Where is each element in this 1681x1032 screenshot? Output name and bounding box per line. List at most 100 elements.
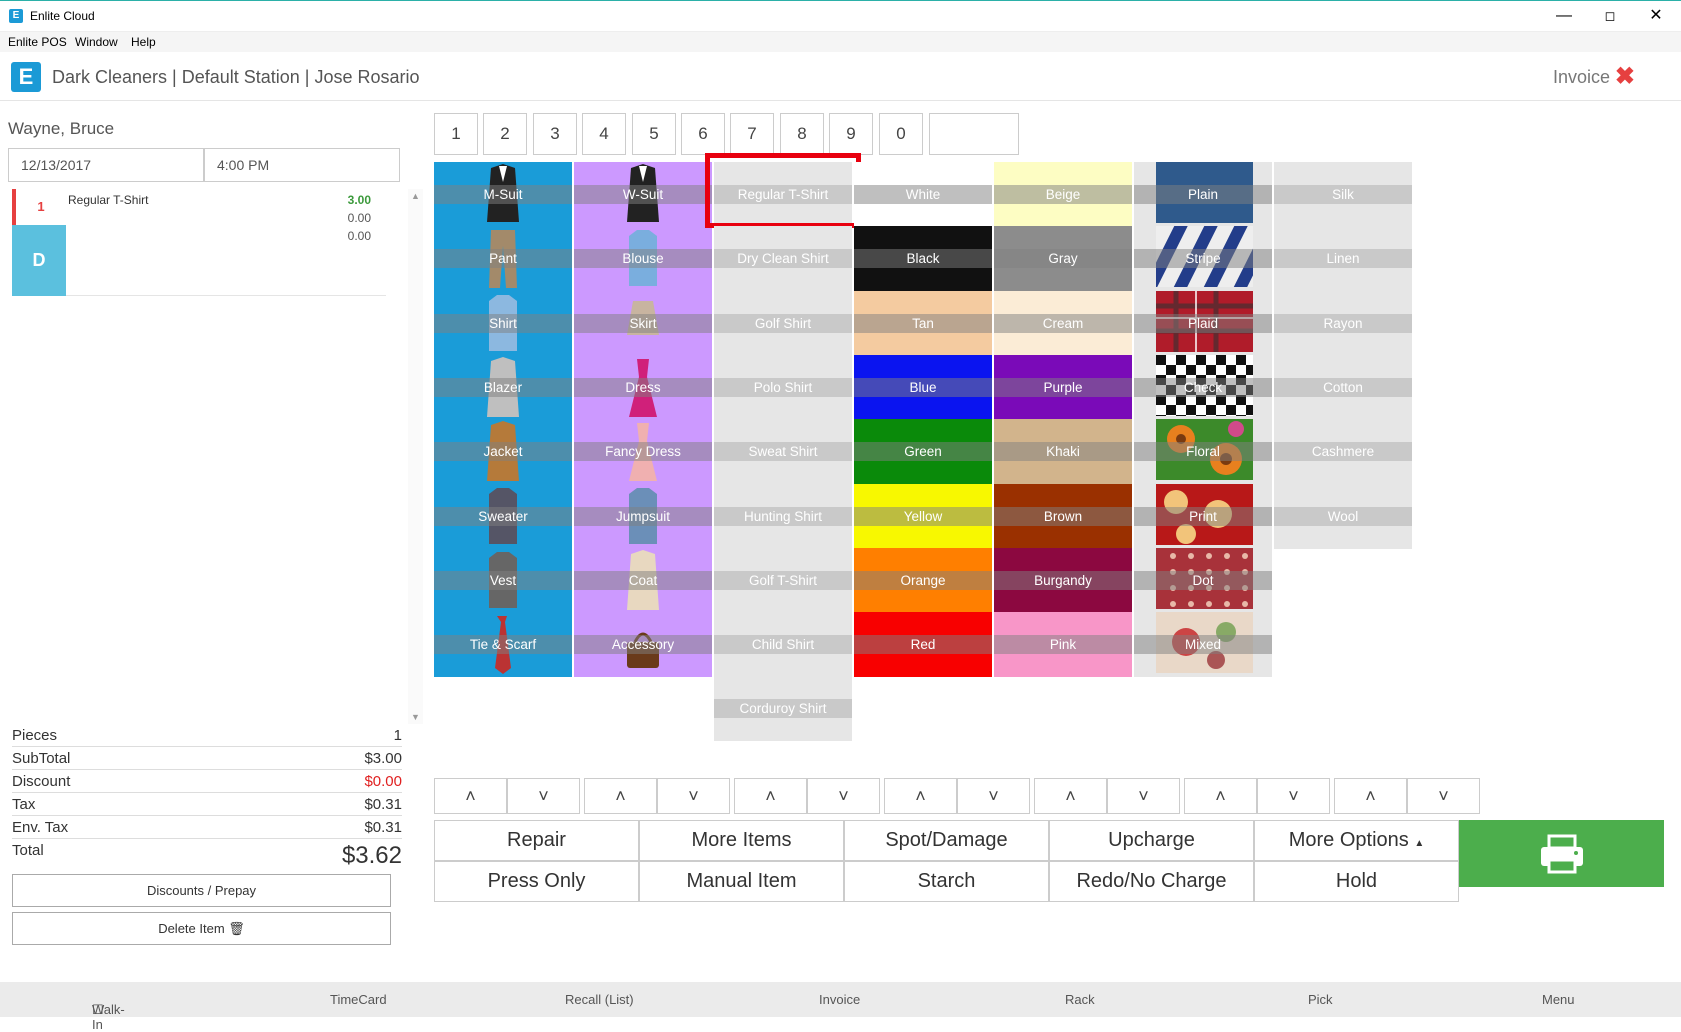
pattern-tile-print[interactable]: Print <box>1134 483 1272 549</box>
column-2-scroll-up-button[interactable]: ˄ <box>584 778 657 814</box>
time-field[interactable]: 4:00 PM <box>204 148 400 182</box>
color-tile-gray[interactable]: Gray <box>994 226 1132 292</box>
pattern-tile-mixed[interactable]: Mixed <box>1134 612 1272 678</box>
upcharge-button[interactable]: Upcharge <box>1049 820 1254 861</box>
column-4-scroll-down-button[interactable]: ˅ <box>957 778 1030 814</box>
close-invoice-icon[interactable]: ✖ <box>1615 62 1635 91</box>
service-badge[interactable]: D <box>12 225 66 296</box>
womens-tile-fancy-dress[interactable]: Fancy Dress <box>574 419 712 485</box>
color-tile-orange[interactable]: Orange <box>854 547 992 613</box>
color-tile-black[interactable]: Black <box>854 226 992 292</box>
numpad-key-7[interactable]: 7 <box>730 113 774 155</box>
scroll-down-icon[interactable]: ▼ <box>411 712 420 722</box>
column-4-scroll-up-button[interactable]: ˄ <box>884 778 957 814</box>
column-7-scroll-down-button[interactable]: ˅ <box>1407 778 1480 814</box>
column-6-scroll-down-button[interactable]: ˅ <box>1257 778 1330 814</box>
pattern-tile-check[interactable]: Check <box>1134 354 1272 420</box>
numpad-key-8[interactable]: 8 <box>780 113 824 155</box>
column-3-scroll-down-button[interactable]: ˅ <box>807 778 880 814</box>
shirt-tile-golf-t-shirt[interactable]: Golf T-Shirt <box>714 547 852 613</box>
list-scrollbar[interactable]: ▲ ▼ <box>408 189 423 724</box>
womens-tile-accessory[interactable]: Accessory <box>574 612 712 678</box>
minimize-icon[interactable]: — <box>1541 1 1587 31</box>
menu-help[interactable]: Help <box>131 35 156 49</box>
womens-tile-dress[interactable]: Dress <box>574 354 712 420</box>
pattern-tile-floral[interactable]: Floral <box>1134 419 1272 485</box>
garment-tile-sweater[interactable]: Sweater <box>434 483 572 549</box>
numpad-key-0[interactable]: 0 <box>879 113 923 155</box>
timecard-tab[interactable]: TimeCard <box>330 992 387 1007</box>
column-2-scroll-down-button[interactable]: ˅ <box>657 778 730 814</box>
hold-button[interactable]: Hold <box>1254 861 1459 902</box>
menu-enlite-pos[interactable]: Enlite POS <box>8 35 67 49</box>
menu-window[interactable]: Window <box>75 35 118 49</box>
column-3-scroll-up-button[interactable]: ˄ <box>734 778 807 814</box>
maximize-icon[interactable]: ◻ <box>1587 1 1633 31</box>
color-tile-tan[interactable]: Tan <box>854 290 992 356</box>
rack-tab[interactable]: Rack <box>1065 992 1095 1007</box>
shirt-tile-golf-shirt[interactable]: Golf Shirt <box>714 290 852 356</box>
color-tile-pink[interactable]: Pink <box>994 612 1132 678</box>
color-tile-khaki[interactable]: Khaki <box>994 419 1132 485</box>
womens-tile-jumpsuit[interactable]: Jumpsuit <box>574 483 712 549</box>
womens-tile-w-suit[interactable]: W-Suit <box>574 162 712 227</box>
womens-tile-blouse[interactable]: Blouse <box>574 226 712 292</box>
numpad-key-2[interactable]: 2 <box>483 113 527 155</box>
invoice-tab[interactable]: Invoice <box>819 992 860 1007</box>
list-item[interactable]: 1 D Regular T-Shirt 3.00 0.00 0.00 <box>12 189 386 296</box>
shirt-tile-sweat-shirt[interactable]: Sweat Shirt <box>714 419 852 485</box>
color-tile-beige[interactable]: Beige <box>994 162 1132 227</box>
color-tile-cream[interactable]: Cream <box>994 290 1132 356</box>
garment-tile-tie-scarf[interactable]: Tie & Scarf <box>434 612 572 678</box>
numpad-key-4[interactable]: 4 <box>582 113 626 155</box>
pattern-tile-stripe[interactable]: Stripe <box>1134 226 1272 292</box>
shirt-tile-regular-t-shirt[interactable]: Regular T-Shirt <box>705 153 861 228</box>
starch-button[interactable]: Starch <box>844 861 1049 902</box>
garment-tile-shirt[interactable]: Shirt <box>434 290 572 356</box>
shirt-tile-child-shirt[interactable]: Child Shirt <box>714 612 852 678</box>
window-close-icon[interactable]: ✕ <box>1633 1 1679 31</box>
numpad-key-9[interactable]: 9 <box>829 113 873 155</box>
more-options-button[interactable]: More Options ▲ <box>1254 820 1459 861</box>
spot-damage-button[interactable]: Spot/Damage <box>844 820 1049 861</box>
pattern-tile-dot[interactable]: Dot <box>1134 547 1272 613</box>
shirt-tile-polo-shirt[interactable]: Polo Shirt <box>714 354 852 420</box>
date-field[interactable]: 12/13/2017 <box>8 148 204 182</box>
more-items-button[interactable]: More Items <box>639 820 844 861</box>
column-5-scroll-down-button[interactable]: ˅ <box>1107 778 1180 814</box>
garment-tile-m-suit[interactable]: M-Suit <box>434 162 572 227</box>
column-7-scroll-up-button[interactable]: ˄ <box>1334 778 1407 814</box>
fabric-tile-linen[interactable]: Linen <box>1274 226 1412 292</box>
color-tile-red[interactable]: Red <box>854 612 992 678</box>
garment-tile-pant[interactable]: Pant <box>434 226 572 292</box>
repair-button[interactable]: Repair <box>434 820 639 861</box>
color-tile-purple[interactable]: Purple <box>994 354 1132 420</box>
garment-tile-jacket[interactable]: Jacket <box>434 419 572 485</box>
numpad-key-3[interactable]: 3 <box>533 113 577 155</box>
color-tile-yellow[interactable]: Yellow <box>854 483 992 549</box>
color-tile-brown[interactable]: Brown <box>994 483 1132 549</box>
numpad-key-5[interactable]: 5 <box>632 113 676 155</box>
womens-tile-coat[interactable]: Coat <box>574 547 712 613</box>
fabric-tile-silk[interactable]: Silk <box>1274 162 1412 227</box>
numpad-input[interactable] <box>929 113 1019 155</box>
print-button[interactable] <box>1459 820 1664 887</box>
shirt-tile-corduroy-shirt[interactable]: Corduroy Shirt <box>714 676 852 742</box>
press-only-button[interactable]: Press Only <box>434 861 639 902</box>
color-tile-white[interactable]: White <box>854 162 992 227</box>
column-1-scroll-up-button[interactable]: ˄ <box>434 778 507 814</box>
womens-tile-skirt[interactable]: Skirt <box>574 290 712 356</box>
discounts-prepay-button[interactable]: Discounts / Prepay <box>12 874 391 907</box>
garment-tile-blazer[interactable]: Blazer <box>434 354 572 420</box>
column-6-scroll-up-button[interactable]: ˄ <box>1184 778 1257 814</box>
fabric-tile-wool[interactable]: Wool <box>1274 483 1412 549</box>
recall-tab[interactable]: Recall (List) <box>565 992 634 1007</box>
pattern-tile-plaid[interactable]: Plaid <box>1134 290 1272 356</box>
pattern-tile-plain[interactable]: Plain <box>1134 162 1272 227</box>
menu-tab[interactable]: Menu <box>1542 992 1575 1007</box>
numpad-key-1[interactable]: 1 <box>434 113 478 155</box>
fabric-tile-rayon[interactable]: Rayon <box>1274 290 1412 356</box>
scroll-up-icon[interactable]: ▲ <box>411 191 420 201</box>
garment-tile-vest[interactable]: Vest <box>434 547 572 613</box>
color-tile-green[interactable]: Green <box>854 419 992 485</box>
